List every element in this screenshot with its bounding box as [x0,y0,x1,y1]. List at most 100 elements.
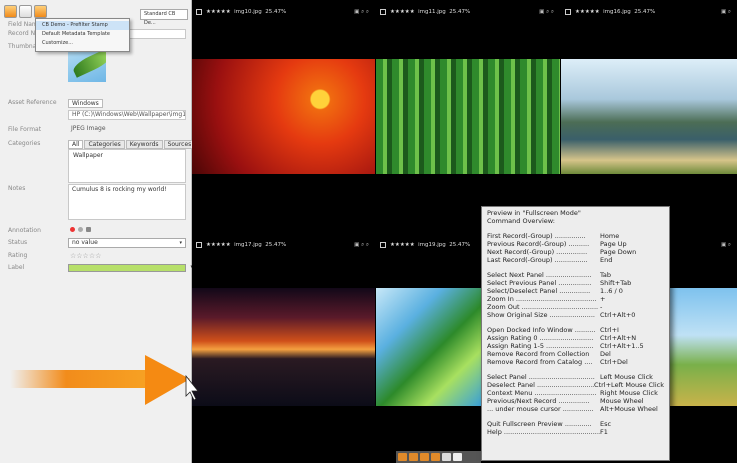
shortcut-command: Deselect Panel .........................… [487,381,595,389]
tile-rating[interactable]: ★★★★★ [575,9,600,15]
window-icon[interactable] [19,5,32,18]
tile-header: ★★★★★ img10.jpg 25.47% ▣ ⌕ ⌕ [192,5,375,19]
shortcut-row: Context Menu ...........................… [487,389,664,397]
sunset-city-image[interactable] [192,288,375,406]
tile-header: ★★★★★ img19.jpg 25.47% [376,238,486,252]
next-record-icon[interactable] [420,453,429,461]
tile-zoom: 25.47% [265,9,287,15]
asset-reference-field[interactable]: HP (C:)\Windows\Web\Wallpaper\img18.jpg [68,110,186,120]
tile-header: ★★★★★ img16.jpg 25.47% ▣ ⌕ [561,5,737,19]
tile-header: ★★★★★ img11.jpg 25.47% ▣ ⌕ ⌕ [376,5,560,19]
shortcut-key: Home [600,232,620,240]
template-icon[interactable] [4,5,17,18]
stamp-icon[interactable] [34,5,47,18]
shortcut-command: Zoom In ................................… [487,295,597,303]
info-icon[interactable] [442,453,451,461]
tile-rating[interactable]: ★★★★★ [390,242,415,248]
template-combo[interactable]: Standard CB De... [140,9,188,26]
red-dot-icon[interactable] [70,227,75,232]
first-record-icon[interactable] [398,453,407,461]
select-checkbox[interactable] [380,241,386,248]
menu-item-default-template[interactable]: Default Metadata Template [36,30,129,39]
shortcut-key: + [600,295,606,303]
select-checkbox[interactable] [196,8,202,15]
command-overview-popup: Preview in "Fullscreen Mode" Command Ove… [481,206,670,461]
tile-tools-icon[interactable]: ▣ ⌕ [721,5,731,19]
menu-item-prefilter-stamp[interactable]: CB Demo - Prefilter Stamp [36,21,129,30]
help-icon[interactable] [453,453,462,461]
tab-keywords[interactable]: Keywords [125,140,163,149]
shortcut-key: Page Down [600,248,637,256]
arrow-shaft [10,370,150,388]
flower-image[interactable] [192,59,375,174]
overview-title: Preview in "Fullscreen Mode" [487,209,581,217]
arrow-head [145,355,190,405]
tab-categories[interactable]: Categories [84,140,125,149]
previous-record-icon[interactable] [409,453,418,461]
gray-dot-icon[interactable] [78,227,83,232]
asset-ref-tab[interactable]: Windows [68,99,103,108]
file-format-value: JPEG Image [71,125,106,132]
trash-icon[interactable] [86,227,91,232]
shortcut-row: ... under mouse cursor ............... Al… [487,405,664,413]
last-record-icon[interactable] [431,453,440,461]
chevron-down-icon: ▾ [179,240,182,246]
status-select[interactable]: no value ▾ [68,238,186,248]
shortcut-row: Remove Record from Catalog .... Ctrl+Del [487,358,664,366]
mountain-river-image[interactable] [561,59,737,174]
shortcut-row: Zoom In ................................… [487,295,664,303]
template-menu: CB Demo - Prefilter Stamp Default Metada… [35,18,130,52]
menu-item-customize[interactable]: Customize... [36,39,129,48]
tile-zoom: 25.47% [634,9,656,15]
palm-leaf-image[interactable] [376,288,481,406]
bamboo-image[interactable] [376,59,560,174]
shortcut-row: Previous/Next Record ............... Mous… [487,397,664,405]
tile-rating[interactable]: ★★★★★ [206,242,231,248]
tile-tools-icon[interactable]: ▣ ⌕ ⌕ [354,238,369,252]
shortcut-row: First Record(-Group) ............... Home [487,232,664,240]
shortcut-row: Next Record(-Group) ............... Page … [487,248,664,256]
tile-rating[interactable]: ★★★★★ [390,9,415,15]
shortcut-key: Esc [600,420,612,428]
shortcut-row: Show Original Size .....................… [487,311,664,319]
shortcut-row: Previous Record(-Group) .......... Page U… [487,240,664,248]
shortcut-key: Del [600,350,611,358]
tile-rating[interactable]: ★★★★★ [206,9,231,15]
shortcut-row: Select Previous Panel ................ Sh… [487,279,664,287]
shortcut-command: Previous Record(-Group) .......... [487,240,590,248]
tab-all[interactable]: All [68,140,84,149]
shortcut-key: Ctrl+Alt+N [600,334,637,342]
label-select[interactable]: ▾ [68,264,193,272]
tile-filename: img11.jpg [418,9,446,15]
shortcut-key: Shift+Tab [600,279,632,287]
command-groups: First Record(-Group) ............... Home… [487,232,664,436]
select-checkbox[interactable] [380,8,386,15]
shortcut-command: ... under mouse cursor ............... [487,405,594,413]
tile-tools-icon[interactable]: ▣ ⌕ [721,238,731,252]
notes-field[interactable]: Cumulus 8 is rocking my world! [68,184,186,220]
categories-box[interactable]: Wallpaper [68,149,186,183]
shortcut-command: Open Docked Info Window .......... [487,326,596,334]
status-label: Status [8,239,28,246]
select-checkbox[interactable] [565,8,571,15]
tile-filename: img16.jpg [603,9,631,15]
tile-tools-icon[interactable]: ▣ ⌕ ⌕ [354,5,369,19]
shortcut-row: Zoom Out ...............................… [487,303,664,311]
tile-zoom: 25.47% [265,242,287,248]
shortcut-row: Assign Rating 0 ........................… [487,334,664,342]
rating-stars[interactable]: ☆☆☆☆☆ [70,252,101,260]
select-checkbox[interactable] [196,241,202,248]
tile-tools-icon[interactable]: ▣ ⌕ ⌕ [539,5,554,19]
shortcut-command: Select Next Panel ...................... [487,271,592,279]
shortcut-command: Remove Record from Collection [487,350,590,358]
tile-header: ★★★★★ img17.jpg 25.47% ▣ ⌕ ⌕ [192,238,375,252]
shortcut-row: Last Record(-Group) ................ End [487,256,664,264]
shortcut-command: Next Record(-Group) ............... [487,248,588,256]
shortcut-key: - [600,303,603,311]
panel-toolbar [4,5,47,19]
tile-filename: img10.jpg [234,9,262,15]
tab-sources[interactable]: Sources [163,140,196,149]
hills-image[interactable] [670,288,737,406]
shortcut-key: Ctrl+Alt+1..5 [600,342,644,350]
pointer-arrow [10,355,199,405]
